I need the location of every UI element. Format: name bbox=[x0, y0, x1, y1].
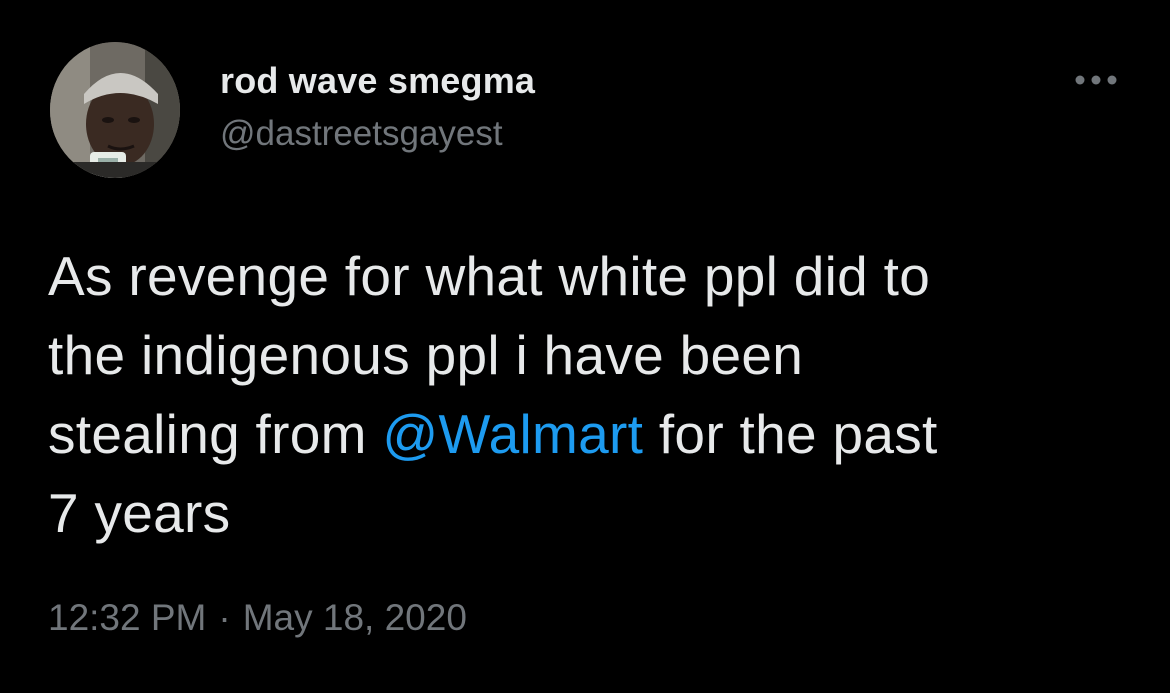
tweet-card: rod wave smegma @dastreetsgayest As reve… bbox=[0, 0, 1170, 693]
tweet-line: stealing from @Walmart for the past bbox=[48, 395, 1148, 474]
timestamp-separator: · bbox=[218, 597, 231, 638]
tweet-line: the indigenous ppl i have been bbox=[48, 324, 804, 386]
tweet-date: May 18, 2020 bbox=[242, 597, 467, 638]
tweet-text-segment: for the past bbox=[643, 403, 938, 465]
author-avatar[interactable] bbox=[50, 42, 180, 178]
more-options-button[interactable] bbox=[1066, 60, 1126, 100]
author-handle[interactable]: @dastreetsgayest bbox=[220, 114, 503, 154]
tweet-timestamp[interactable]: 12:32 PM · May 18, 2020 bbox=[48, 597, 467, 639]
tweet-time: 12:32 PM bbox=[48, 597, 207, 638]
tweet-text-segment: stealing from bbox=[48, 403, 383, 465]
mention-link[interactable]: @Walmart bbox=[382, 403, 643, 465]
tweet-body: As revenge for what white ppl did to the… bbox=[48, 237, 1148, 553]
more-horizontal-icon bbox=[1075, 75, 1117, 85]
profile-photo-icon bbox=[50, 42, 180, 178]
tweet-line: 7 years bbox=[48, 482, 231, 544]
author-display-name[interactable]: rod wave smegma bbox=[220, 60, 535, 102]
tweet-line: As revenge for what white ppl did to bbox=[48, 245, 931, 307]
